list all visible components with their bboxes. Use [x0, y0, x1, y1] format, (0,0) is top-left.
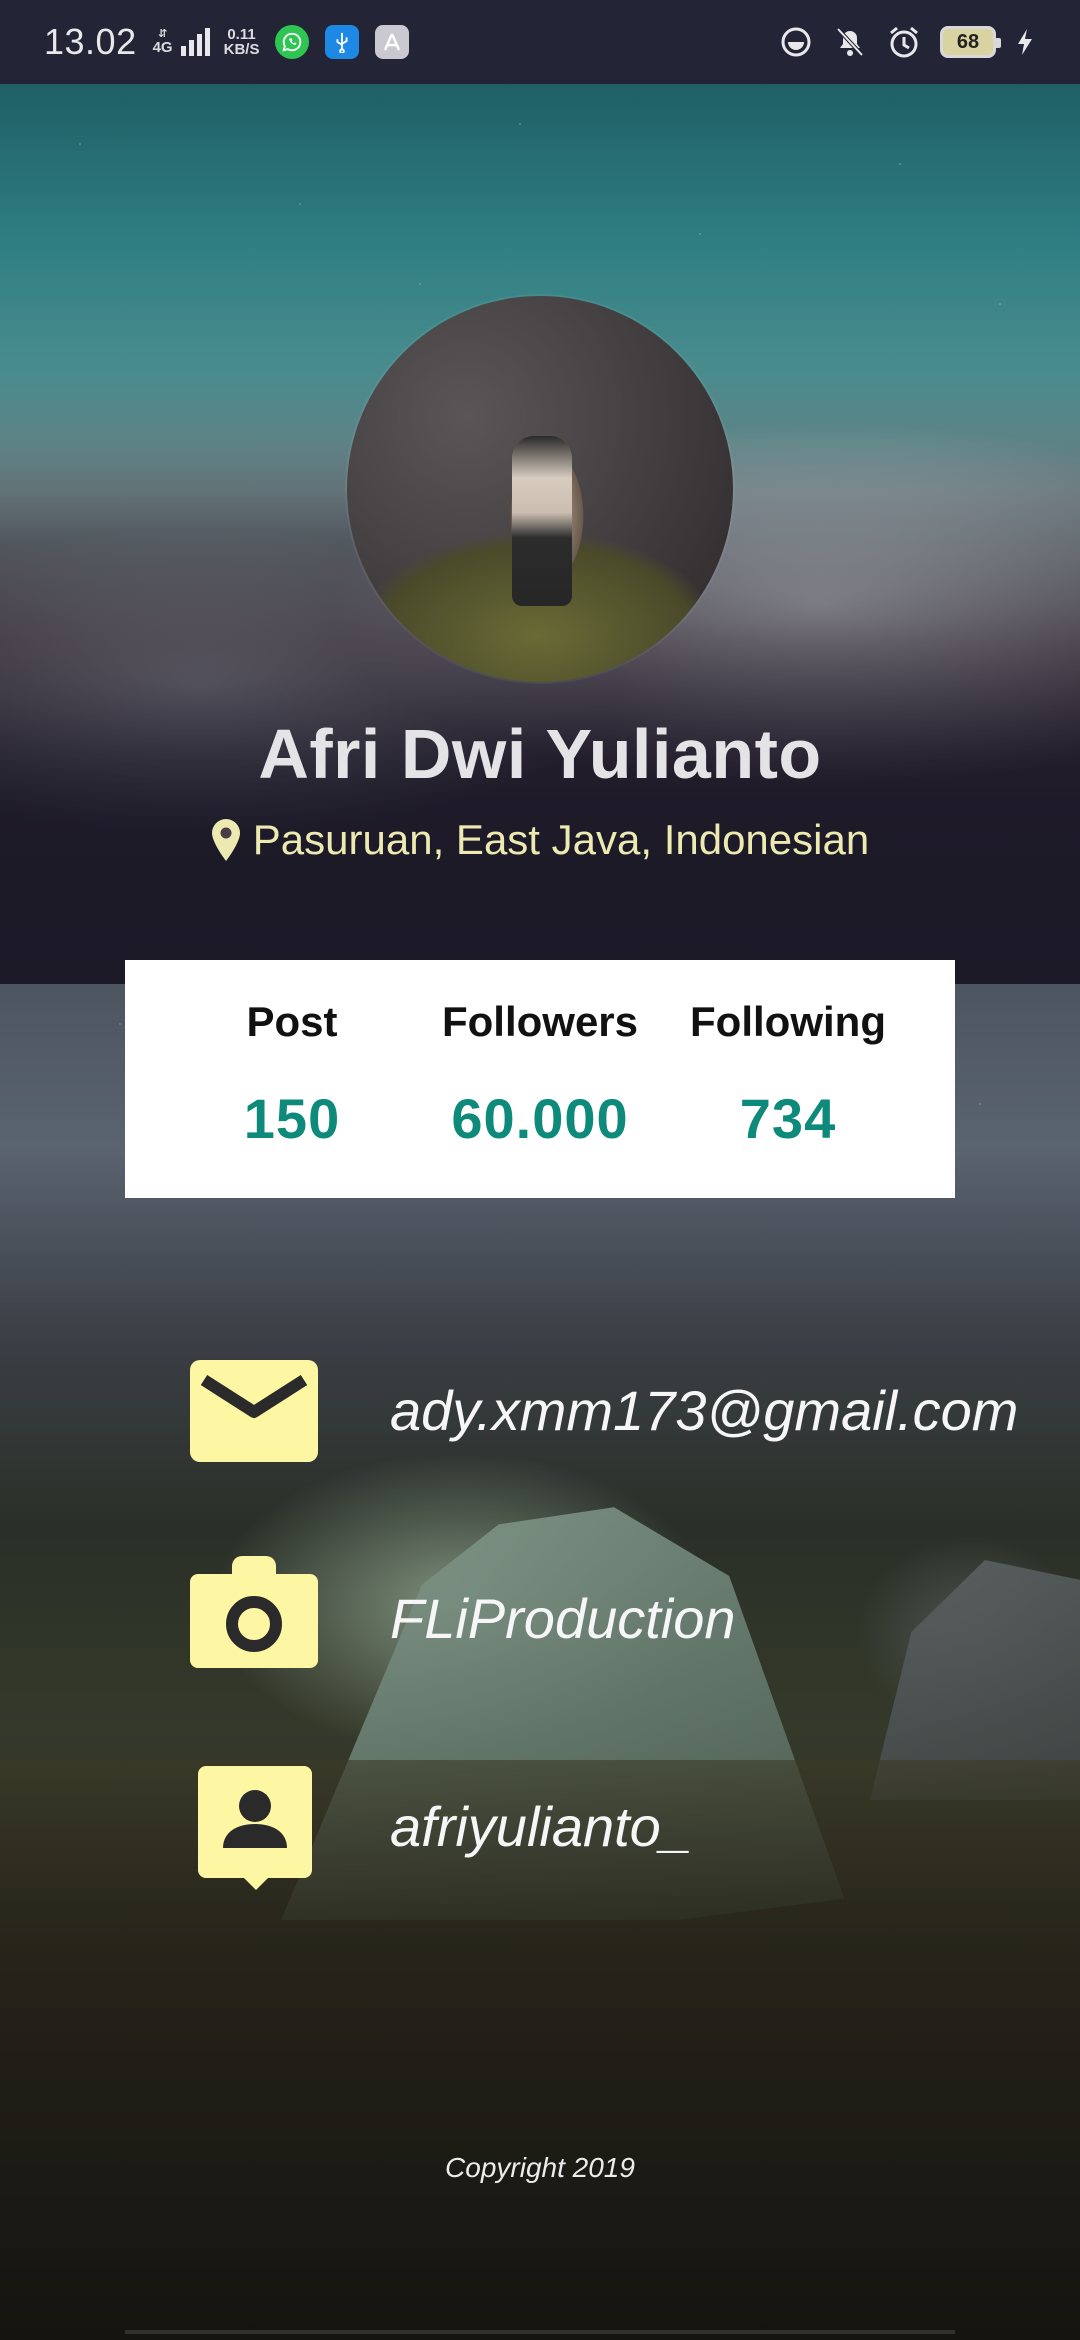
- stat-followers[interactable]: Followers 60.000: [425, 960, 655, 1198]
- vibrate-off-icon: [832, 24, 868, 60]
- status-time: 13.02: [44, 21, 137, 62]
- stat-post[interactable]: Post 150: [177, 960, 407, 1198]
- stat-value: 60.000: [451, 1087, 629, 1150]
- app-store-icon: [375, 25, 410, 59]
- account-text[interactable]: afriyulianto_: [390, 1794, 692, 1859]
- stat-value: 150: [243, 1087, 341, 1150]
- stat-value: 734: [739, 1087, 837, 1150]
- camera-icon: [190, 1574, 318, 1668]
- data-saver-icon: [778, 24, 814, 60]
- signal-icon: [180, 28, 210, 56]
- location-text: Pasuruan, East Java, Indonesian: [252, 816, 870, 863]
- profile-name: Afri Dwi Yulianto: [258, 715, 822, 793]
- network-indicator: ⇵ 4G 0.11 KB/S: [153, 25, 410, 59]
- system-icons: 68: [778, 24, 1036, 60]
- usb-icon: [325, 25, 360, 59]
- location-row: Pasuruan, East Java, Indonesian: [0, 816, 1080, 864]
- contact-account-row[interactable]: afriyulianto_: [0, 1766, 1080, 1890]
- contact-email-row[interactable]: ady.xmm173@gmail.com: [0, 1352, 1080, 1472]
- email-icon: [190, 1360, 318, 1462]
- navigation-bar: [125, 2330, 955, 2334]
- contact-icon: [198, 1766, 312, 1878]
- network-type: ⇵ 4G: [152, 28, 173, 56]
- camera-text[interactable]: FLiProduction: [390, 1586, 736, 1651]
- alarm-icon: [886, 24, 922, 60]
- stats-card: Post 150 Followers 60.000 Following 734: [125, 960, 955, 1198]
- charging-icon: [1014, 24, 1036, 60]
- stat-following[interactable]: Following 734: [673, 960, 903, 1198]
- stat-label: Post: [246, 998, 338, 1045]
- whatsapp-icon: [275, 25, 310, 59]
- email-text[interactable]: ady.xmm173@gmail.com: [390, 1378, 1018, 1443]
- copyright-text: Copyright 2019: [445, 2152, 635, 2183]
- contact-icon-pointer: [240, 1874, 272, 1890]
- battery-icon: 68: [940, 26, 1001, 58]
- map-pin-icon: [211, 819, 240, 861]
- profile-avatar[interactable]: [347, 296, 733, 682]
- network-speed: 0.11 KB/S: [223, 26, 260, 58]
- camera-icon-top: [232, 1556, 276, 1576]
- contact-camera-row[interactable]: FLiProduction: [0, 1556, 1080, 1676]
- status-bar: 13.02 ⇵ 4G 0.11 KB/S 68: [0, 0, 1080, 84]
- stat-label: Followers: [441, 998, 639, 1045]
- stat-label: Following: [690, 998, 886, 1045]
- avatar-photo-subject: [512, 436, 572, 606]
